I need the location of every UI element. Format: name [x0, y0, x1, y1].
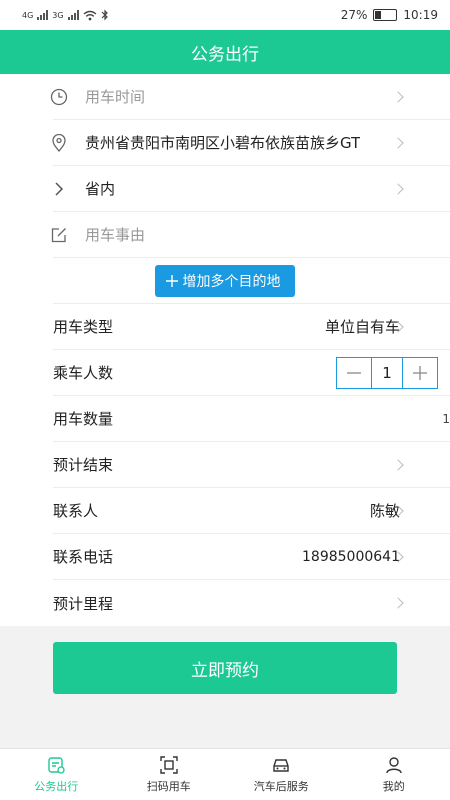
scope-value: 省内	[85, 180, 116, 198]
app-header: 公务出行	[0, 30, 450, 74]
time-field[interactable]: 用车时间	[50, 74, 450, 120]
tab-scan[interactable]: 扫码用车	[113, 749, 226, 800]
tab-car-service[interactable]: 汽车后服务	[225, 749, 338, 800]
travel-icon	[48, 757, 65, 774]
decrement-button[interactable]	[337, 357, 371, 388]
passengers-field: 乘车人数 1	[53, 350, 450, 396]
chevron-right-icon	[392, 458, 404, 471]
vehicle-type-label: 用车类型	[53, 318, 114, 336]
vehicle-count-value: 1	[442, 411, 450, 426]
status-right: 27% 10:19	[341, 8, 438, 22]
clock-icon	[50, 88, 68, 106]
plus-icon	[165, 274, 178, 287]
chevron-right-icon	[392, 597, 404, 609]
vehicle-type-value: 单位自有车	[324, 318, 400, 336]
signal-icon-2	[67, 10, 79, 20]
signal-icon	[37, 10, 49, 20]
add-destination-button[interactable]: 增加多个目的地	[154, 264, 295, 297]
chevron-right-lead-icon	[50, 180, 68, 198]
network-label-right: 3G	[52, 10, 64, 20]
passengers-label: 乘车人数	[53, 364, 114, 382]
mileage-label: 预计里程	[53, 594, 114, 613]
tab-label: 我的	[382, 780, 405, 793]
mileage-field[interactable]: 预计里程	[53, 580, 450, 626]
contact-label: 联系人	[53, 502, 99, 520]
minus-icon	[347, 371, 361, 374]
tab-label: 汽车后服务	[253, 780, 309, 793]
tab-official-travel[interactable]: 公务出行	[0, 749, 113, 800]
status-bar: 4G 3G 27% 10:19	[0, 0, 450, 30]
phone-field[interactable]: 联系电话 18985000641	[53, 534, 450, 580]
estimated-end-field[interactable]: 预计结束	[53, 442, 450, 488]
clock: 10:19	[403, 8, 438, 22]
passengers-stepper: 1	[336, 356, 438, 389]
battery-icon	[373, 9, 398, 21]
add-destination-label: 增加多个目的地	[182, 272, 281, 289]
battery-percent: 27%	[340, 8, 368, 22]
tab-profile[interactable]: 我的	[338, 749, 450, 800]
plus-icon	[413, 365, 427, 380]
estimated-end-label: 预计结束	[53, 456, 114, 474]
scope-field[interactable]: 省内	[53, 166, 450, 212]
wifi-icon	[83, 10, 97, 20]
add-destination-row: 增加多个目的地	[53, 258, 450, 304]
scan-icon	[160, 756, 178, 774]
chevron-right-icon	[392, 182, 404, 195]
vehicle-count-field: 用车数量 1	[53, 396, 450, 442]
bottom-tabbar: 公务出行 扫码用车 汽车后服务 我的	[0, 748, 450, 800]
status-left: 4G 3G	[22, 9, 109, 21]
location-pin-icon	[50, 133, 68, 152]
reason-placeholder: 用车事由	[85, 226, 146, 244]
submit-button[interactable]: 立即预约	[53, 642, 397, 694]
address-field[interactable]: 贵州省贵阳市南明区小碧布依族苗族乡GT	[50, 120, 450, 166]
user-icon	[386, 757, 402, 774]
tab-label: 公务出行	[34, 780, 79, 793]
chevron-right-icon	[392, 136, 404, 149]
passengers-value[interactable]: 1	[371, 357, 403, 388]
bluetooth-icon	[101, 9, 108, 21]
tab-label: 扫码用车	[146, 780, 191, 793]
battery-fill	[375, 11, 382, 19]
phone-label: 联系电话	[53, 548, 114, 566]
car-icon	[273, 759, 289, 772]
page-title: 公务出行	[191, 44, 259, 65]
time-placeholder: 用车时间	[85, 88, 146, 106]
vehicle-count-label: 用车数量	[53, 410, 114, 428]
contact-field[interactable]: 联系人 陈敏	[53, 488, 450, 534]
phone-value: 18985000641	[302, 548, 400, 565]
submit-area: 立即预约	[0, 626, 450, 694]
increment-button[interactable]	[403, 357, 437, 388]
edit-icon	[50, 226, 68, 244]
booking-form: 用车时间 贵州省贵阳市南明区小碧布依族苗族乡GT 省内 用车事由 增加多个目的地…	[0, 74, 450, 626]
network-label-left: 4G	[22, 10, 34, 20]
vehicle-type-field[interactable]: 用车类型 单位自有车	[53, 304, 450, 350]
reason-field[interactable]: 用车事由	[50, 212, 450, 258]
address-value: 贵州省贵阳市南明区小碧布依族苗族乡GT	[85, 134, 361, 152]
chevron-right-icon	[392, 90, 404, 103]
